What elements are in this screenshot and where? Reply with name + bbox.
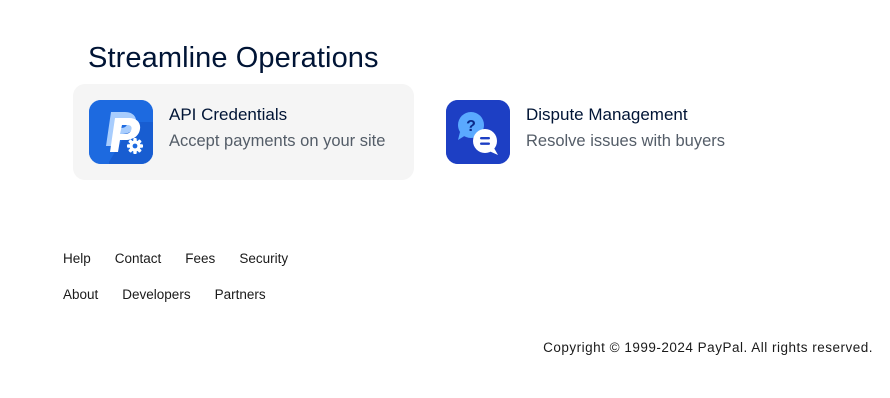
card-subtitle: Accept payments on your site	[169, 132, 386, 150]
footer-link-contact[interactable]: Contact	[115, 251, 162, 266]
footer-link-security[interactable]: Security	[239, 251, 288, 266]
footer-link-fees[interactable]: Fees	[185, 251, 215, 266]
footer-link-partners[interactable]: Partners	[215, 287, 266, 302]
svg-text:?: ?	[466, 118, 476, 135]
card-subtitle: Resolve issues with buyers	[526, 132, 725, 150]
card-title: API Credentials	[169, 105, 288, 124]
footer-links-secondary: About Developers Partners	[63, 287, 290, 302]
card-title: Dispute Management	[526, 105, 688, 124]
footer-link-help[interactable]: Help	[63, 251, 91, 266]
footer-links-primary: Help Contact Fees Security	[63, 251, 312, 266]
api-credentials-card[interactable]: API Credentials Accept payments on your …	[73, 84, 414, 180]
page: Streamline Operations API Credentials Ac…	[0, 0, 890, 398]
copyright-text: Copyright © 1999-2024 PayPal. All rights…	[543, 340, 873, 355]
footer-link-about[interactable]: About	[63, 287, 98, 302]
dispute-management-card[interactable]: ? Dispute Management Resolve issues with…	[430, 84, 771, 180]
footer-link-developers[interactable]: Developers	[122, 287, 190, 302]
chat-question-icon: ?	[446, 100, 510, 164]
paypal-gear-icon	[89, 100, 153, 164]
section-title: Streamline Operations	[88, 42, 379, 74]
